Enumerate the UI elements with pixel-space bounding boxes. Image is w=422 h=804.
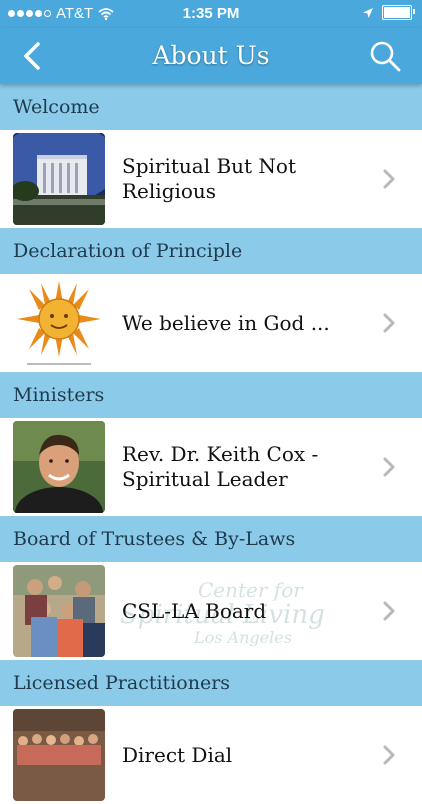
- list-item-spiritual-but-not-religious[interactable]: Spiritual But Not Religious: [0, 130, 422, 228]
- section-header-ministers: Ministers: [0, 372, 422, 418]
- status-time: 1:35 PM: [182, 5, 240, 22]
- section-header-declaration: Declaration of Principle: [0, 228, 422, 274]
- row-label: CSL-LA Board: [122, 598, 267, 623]
- sun-drawing: [13, 277, 105, 369]
- list-item-csl-la-board[interactable]: Center for Spiritual Living Los Angeles …: [0, 562, 422, 660]
- section-header-welcome: Welcome: [0, 84, 422, 130]
- status-bar: AT&T 1:35 PM: [0, 0, 422, 28]
- chevron-right-icon: [383, 601, 395, 621]
- chevron-right-icon: [383, 745, 395, 765]
- navigation-bar: About Us: [0, 28, 422, 84]
- list-item-direct-dial[interactable]: Direct Dial: [0, 706, 422, 804]
- row-label: Rev. Dr. Keith Cox - Spiritual Leader: [122, 442, 319, 491]
- battery-icon: [382, 5, 415, 20]
- building-photo: [13, 133, 105, 225]
- section-header-practitioners: Licensed Practitioners: [0, 660, 422, 706]
- section-header-board: Board of Trustees & By-Laws: [0, 516, 422, 562]
- row-label: We believe in God ...: [122, 310, 330, 335]
- group-photo: [13, 565, 105, 657]
- row-label: Spiritual But Not Religious: [122, 154, 297, 203]
- about-list: Welcome Spiritual But Not Religious Decl…: [0, 84, 422, 804]
- chevron-right-icon: [383, 169, 395, 189]
- list-item-rev-keith-cox[interactable]: Rev. Dr. Keith Cox - Spiritual Leader: [0, 418, 422, 516]
- chevron-right-icon: [383, 313, 395, 333]
- location-arrow-icon: [363, 7, 373, 18]
- portrait-photo: [13, 421, 105, 513]
- list-item-we-believe-in-god[interactable]: We believe in God ...: [0, 274, 422, 372]
- chevron-right-icon: [383, 457, 395, 477]
- search-icon[interactable]: [368, 39, 402, 73]
- group-photo-2: [13, 709, 105, 801]
- row-label: Direct Dial: [122, 742, 233, 767]
- status-right-group: [362, 5, 415, 20]
- page-title: About Us: [152, 41, 270, 70]
